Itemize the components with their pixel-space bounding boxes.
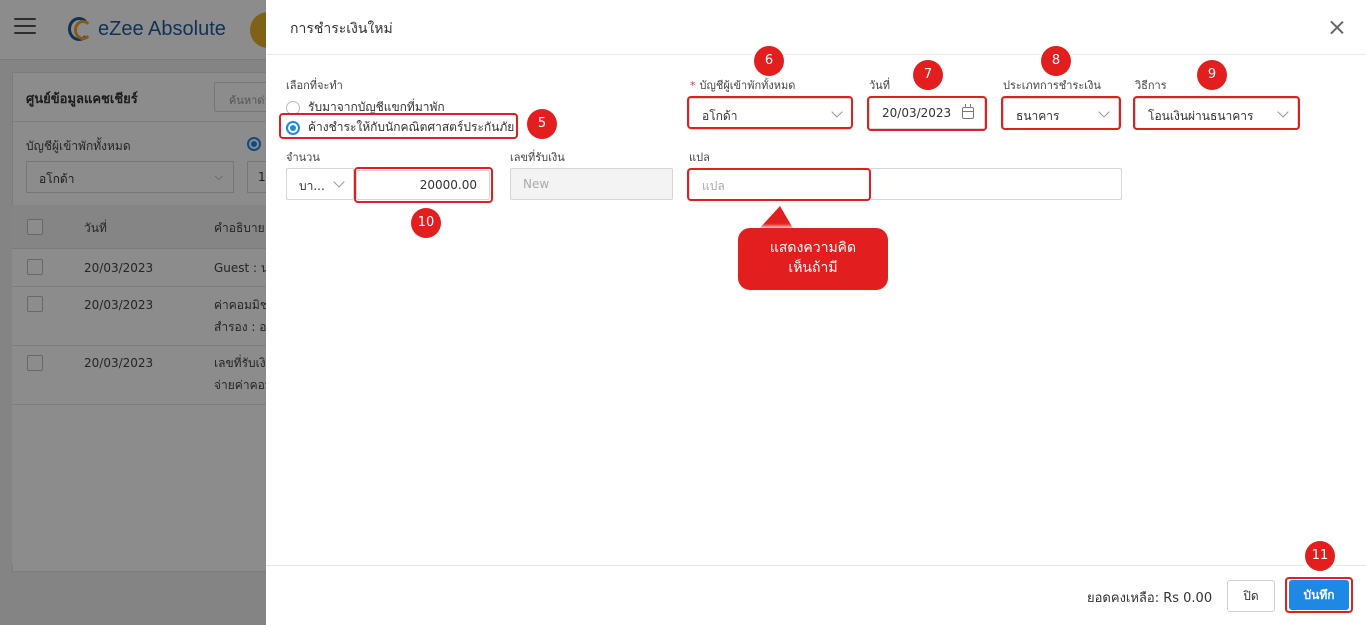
- comment-label: แปล: [689, 151, 710, 164]
- highlight-option: [279, 113, 518, 139]
- dialog-header: การชำระเงินใหม่: [266, 0, 1366, 55]
- receipt-label: เลขที่รับเงิน: [510, 151, 565, 164]
- comment-callout: แสดงความคิด เห็นถ้ามี: [738, 228, 888, 290]
- method-label: วิธีการ: [1135, 79, 1167, 92]
- chevron-down-icon: [333, 176, 345, 188]
- highlight-date: [867, 96, 987, 131]
- step-badge: 7: [913, 60, 943, 90]
- highlight-account: [687, 96, 853, 129]
- callout-pointer: [758, 206, 794, 230]
- step-badge: 11: [1305, 541, 1335, 571]
- highlight-payment-type: [1001, 96, 1121, 130]
- callout-line-1: แสดงความคิด: [769, 240, 857, 256]
- step-badge: 9: [1197, 60, 1227, 90]
- dialog-title: การชำระเงินใหม่: [290, 21, 393, 37]
- step-badge: 10: [411, 208, 441, 238]
- highlight-comment: [687, 168, 871, 201]
- highlight-method: [1133, 96, 1300, 130]
- date-label: วันที่: [869, 79, 890, 92]
- highlight-amount: [354, 167, 493, 203]
- currency-select[interactable]: บา...: [286, 168, 354, 200]
- currency-value: บา...: [299, 179, 325, 193]
- amount-label: จำนวน: [286, 151, 320, 164]
- required-marker: *: [690, 79, 696, 92]
- callout-line-2: เห็นถ้ามี: [788, 260, 838, 276]
- receipt-number-input: New: [510, 168, 673, 200]
- payment-type-label: ประเภทการชำระเงิน: [1003, 79, 1101, 92]
- account-label: * บัญชีผู้เข้าพักทั้งหมด: [690, 76, 795, 94]
- step-badge: 6: [754, 46, 784, 76]
- step-badge: 8: [1041, 46, 1071, 76]
- highlight-save: [1285, 577, 1353, 613]
- account-label-text: บัญชีผู้เข้าพักทั้งหมด: [699, 79, 796, 92]
- balance-text: ยอดคงเหลือ: Rs 0.00: [1087, 591, 1213, 606]
- close-icon[interactable]: [1330, 20, 1344, 34]
- action-label: เลือกที่จะทำ: [286, 79, 343, 92]
- step-badge: 5: [527, 109, 557, 139]
- new-payment-dialog: การชำระเงินใหม่: [266, 0, 1366, 625]
- close-button[interactable]: ปิด: [1227, 580, 1275, 612]
